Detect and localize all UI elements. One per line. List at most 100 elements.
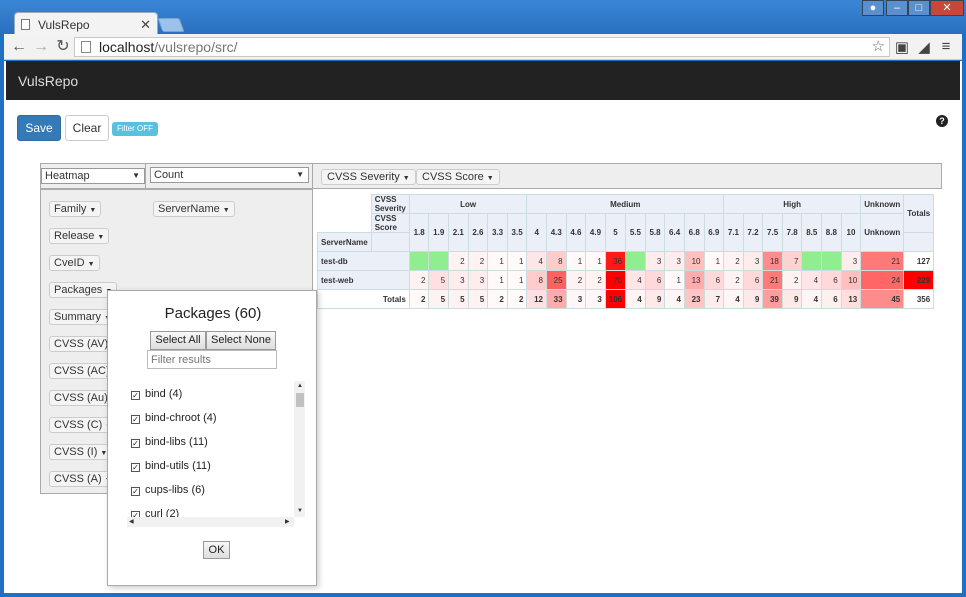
heatmap-cell[interactable]: 1 [487,251,508,271]
heatmap-cell[interactable]: 4 [526,251,547,271]
column-total[interactable]: 33 [545,289,567,309]
ok-button[interactable]: OK [203,541,230,559]
heatmap-cell[interactable]: 1 [506,251,528,271]
heatmap-cell[interactable]: 70 [604,270,627,290]
heatmap-cell[interactable]: 1 [506,270,528,290]
heatmap-cell[interactable]: 1 [664,270,685,290]
heatmap-cell[interactable] [408,251,430,271]
heatmap-cell[interactable]: 10 [840,270,862,290]
heatmap-cell[interactable]: 6 [821,270,842,290]
heatmap-cell[interactable]: 7 [781,251,803,271]
heatmap-cell[interactable]: 2 [408,270,430,290]
scroll-right-icon[interactable]: ▶ [285,518,290,525]
package-item[interactable]: ✓ bind-libs (11) [131,435,208,449]
heatmap-cell[interactable]: 24 [860,270,905,290]
heatmap-cell[interactable]: 2 [448,251,469,271]
column-total[interactable]: 12 [526,289,547,309]
caret-down-icon[interactable]: ▼ [403,175,410,182]
column-total[interactable]: 5 [467,289,489,309]
scroll-thumb[interactable] [296,393,304,407]
caret-down-icon[interactable]: ▼ [88,261,95,268]
clear-button[interactable]: Clear [65,115,109,141]
window-close-icon[interactable]: ✕ [930,0,964,16]
forward-icon[interactable]: → [32,38,50,56]
heatmap-cell[interactable] [821,251,842,271]
attr-summary[interactable]: Summary▼ [49,309,116,325]
save-button[interactable]: Save [17,115,61,141]
col-attr-score[interactable]: CVSS Score ▼ [416,169,500,185]
heatmap-cell[interactable]: 13 [683,270,705,290]
column-total[interactable]: 106 [604,289,627,309]
heatmap-cell[interactable]: 6 [703,270,725,290]
heatmap-cell[interactable] [428,251,450,271]
row-total[interactable]: 229 [903,270,935,290]
column-total[interactable]: 9 [742,289,764,309]
column-total[interactable]: 7 [703,289,725,309]
column-total[interactable]: 23 [683,289,705,309]
reload-icon[interactable]: ↻ [54,38,72,56]
column-total[interactable]: 2 [506,289,528,309]
heatmap-cell[interactable]: 21 [860,251,905,271]
column-total[interactable]: 13 [840,289,862,309]
heatmap-cell[interactable]: 2 [467,251,489,271]
filter-results-input[interactable] [147,350,277,369]
column-total[interactable]: 39 [762,289,783,309]
heatmap-cell[interactable]: 2 [723,270,744,290]
scroll-left-icon[interactable]: ◀ [129,518,134,525]
heatmap-cell[interactable]: 4 [625,270,646,290]
vertical-scrollbar[interactable]: ▲ ▼ [294,381,305,517]
caret-down-icon[interactable]: ▼ [97,234,104,241]
horizontal-scrollbar[interactable]: ◀ ▶ [127,517,294,527]
app-title[interactable]: VulsRepo [18,73,78,89]
heatmap-cell[interactable]: 3 [448,270,469,290]
heatmap-cell[interactable]: 18 [762,251,783,271]
package-item[interactable]: ✓ bind-chroot (4) [131,411,217,425]
bookmark-star-icon[interactable]: ☆ [872,38,885,56]
cast-icon[interactable]: ▣ [892,38,912,56]
heatmap-cell[interactable]: 4 [801,270,823,290]
select-all-button[interactable]: Select All [150,331,206,350]
checkbox-checked-icon[interactable]: ✓ [131,391,140,400]
menu-icon[interactable]: ≡ [936,38,956,55]
heatmap-cell[interactable]: 3 [664,251,685,271]
heatmap-cell[interactable]: 3 [742,251,764,271]
attr-cveid[interactable]: CveID ▼ [49,255,100,271]
heatmap-cell[interactable]: 6 [644,270,666,290]
heatmap-cell[interactable]: 3 [644,251,666,271]
heatmap-cell[interactable] [801,251,823,271]
column-total[interactable]: 9 [781,289,803,309]
heatmap-cell[interactable]: 25 [545,270,567,290]
row-attr-servername[interactable]: ServerName ▼ [153,201,235,217]
checkbox-checked-icon[interactable]: ✓ [131,415,140,424]
filter-status-badge[interactable]: Filter OFF [112,122,158,136]
column-total[interactable]: 4 [664,289,685,309]
grand-total[interactable]: 356 [903,289,935,309]
column-total[interactable]: 5 [448,289,469,309]
heatmap-cell[interactable]: 10 [683,251,705,271]
maximize-icon[interactable]: □ [908,0,930,16]
heatmap-cell[interactable]: 2 [781,270,803,290]
column-total[interactable]: 6 [821,289,842,309]
aggregator-select[interactable]: Count ▼ [150,167,309,183]
checkbox-checked-icon[interactable]: ✓ [131,463,140,472]
attr-release[interactable]: Release ▼ [49,228,110,244]
heatmap-cell[interactable]: 2 [565,270,587,290]
attr-cvss-i[interactable]: CVSS (I) ▼ [49,444,113,460]
extension-icon[interactable]: ◢ [914,38,934,56]
new-tab-button[interactable] [157,18,185,32]
scroll-up-icon[interactable]: ▲ [297,383,303,389]
heatmap-cell[interactable]: 3 [467,270,489,290]
attr-family[interactable]: Family ▼ [49,201,102,217]
help-icon[interactable]: ? [936,115,948,127]
column-total[interactable]: 2 [487,289,508,309]
column-total[interactable]: 4 [723,289,744,309]
heatmap-cell[interactable]: 1 [585,251,606,271]
heatmap-cell[interactable]: 1 [487,270,508,290]
package-item[interactable]: ✓ bind (4) [131,387,182,401]
checkbox-checked-icon[interactable]: ✓ [131,439,140,448]
caret-down-icon[interactable]: ▼ [487,175,494,182]
user-icon[interactable]: ● [862,0,884,16]
heatmap-cell[interactable]: 1 [703,251,725,271]
column-total[interactable]: 3 [585,289,606,309]
back-icon[interactable]: ← [10,38,28,56]
